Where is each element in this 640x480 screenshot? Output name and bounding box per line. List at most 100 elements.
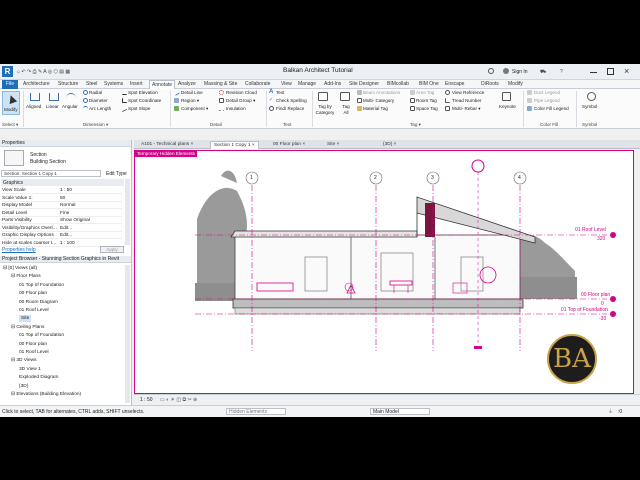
browser-item[interactable]: Exploded Diagram <box>19 374 58 381</box>
tab-manage[interactable]: Manage <box>298 81 316 87</box>
tab-view[interactable]: View <box>281 81 292 87</box>
tab-enscape[interactable]: Enscape <box>445 81 464 87</box>
material-tag-button[interactable]: Material Tag <box>363 106 388 112</box>
cart-icon[interactable]: ⛟ <box>540 69 546 75</box>
area-tag-button[interactable]: Area Tag <box>416 90 434 96</box>
tab-systems[interactable]: Systems <box>104 81 123 87</box>
tag-by-category-button[interactable]: Tag by Category <box>314 104 336 116</box>
property-value[interactable]: 1 : 100 <box>60 240 75 247</box>
edit-type-button[interactable]: Edit Type <box>106 171 127 177</box>
minimize-button[interactable] <box>590 72 597 73</box>
spot-coordinate-button[interactable]: Spot Coordinate <box>128 98 161 104</box>
browser-item[interactable]: {3D} <box>19 383 28 390</box>
text-button[interactable]: Text <box>276 90 284 96</box>
browser-item[interactable]: 01 Top of Foundation <box>19 282 64 289</box>
region-button[interactable]: Region ▾ <box>181 98 199 104</box>
tag-all-icon[interactable] <box>340 92 350 101</box>
property-row[interactable]: Parts Visibility Show Original <box>2 217 122 224</box>
diameter-dim-button[interactable]: Diameter <box>89 98 108 104</box>
user-icon[interactable] <box>503 68 509 74</box>
browser-item[interactable]: 00 Floor plan <box>19 341 47 348</box>
browser-item[interactable]: ⊟ Elevations (Building Elevation) <box>11 391 81 398</box>
properties-help-link[interactable]: Properties help <box>2 247 36 253</box>
browser-item[interactable]: 01 Roof Level <box>19 307 49 314</box>
detail-line-button[interactable]: Detail Line <box>181 90 203 96</box>
aligned-dim-button[interactable]: Aligned <box>26 104 41 110</box>
sign-in-link[interactable]: Sign In <box>512 69 528 75</box>
browser-item[interactable]: 00 Room Diagram <box>19 299 58 306</box>
tab-diroots[interactable]: DiRoots <box>481 81 499 87</box>
view-scale[interactable]: 1 : 50 <box>140 397 153 403</box>
browser-item[interactable]: ⊟ Floor Plans <box>11 273 41 280</box>
symbol-icon[interactable] <box>587 92 596 101</box>
beam-annotations-button[interactable]: Beam Annotations <box>363 90 400 96</box>
tab-massing-site[interactable]: Massing & Site <box>204 81 237 87</box>
pipe-legend-button[interactable]: Pipe Legend <box>534 98 560 104</box>
view-control-icons[interactable]: ▭ ◐ ☀ ◫ ⧉ ✂ ⊕ <box>160 397 197 403</box>
property-value[interactable]: 50 <box>60 195 65 202</box>
modify-button[interactable]: Modify <box>2 91 20 115</box>
tab-structure[interactable]: Structure <box>58 81 78 87</box>
tab-insert[interactable]: Insert <box>130 81 143 87</box>
panel-label-dimension[interactable]: Dimension ▾ <box>83 122 108 128</box>
property-value[interactable]: Fine <box>60 210 69 217</box>
check-spelling-button[interactable]: Check Spelling <box>276 98 307 104</box>
tab-steel[interactable]: Steel <box>86 81 97 87</box>
symbol-button[interactable]: Symbol <box>582 104 597 110</box>
aligned-dim-icon[interactable] <box>30 93 40 101</box>
view-tab-00-floor-plan[interactable]: 00 Floor plan × <box>270 141 308 149</box>
workset-field[interactable]: Main Model <box>370 408 430 415</box>
maximize-button[interactable] <box>607 68 614 75</box>
property-value[interactable]: Normal <box>60 202 75 209</box>
browser-item[interactable]: 3D View 1 <box>19 366 41 373</box>
quick-access-toolbar[interactable]: ⌂ ↶ ↷ ⎙ ✎ A ◎ ⬡ ▤ ▦ <box>17 69 70 75</box>
keynote-icon[interactable] <box>502 92 511 101</box>
property-row[interactable]: Detail Level Fine <box>2 210 122 217</box>
component-button[interactable]: Component ▾ <box>181 106 208 112</box>
multi-category-button[interactable]: Multi- Category <box>363 98 394 104</box>
tab-add-ins[interactable]: Add-Ins <box>324 81 341 87</box>
insulation-button[interactable]: Insulation <box>226 106 246 112</box>
arc-length-dim-button[interactable]: Arc Length <box>89 106 111 112</box>
browser-item[interactable]: Site <box>19 315 32 323</box>
property-row[interactable]: View Scale 1 : 50 <box>2 187 122 194</box>
browser-item[interactable]: ⊟ [0] Views (all) <box>3 265 37 272</box>
find-replace-button[interactable]: Find/ Replace <box>276 106 304 112</box>
spot-slope-button[interactable]: Spot Slope <box>128 106 150 112</box>
panel-label-select[interactable]: Select ▾ <box>2 122 18 128</box>
property-row[interactable]: Graphic Display Options Edit... <box>2 232 122 239</box>
browser-item[interactable]: 00 Floor plan <box>19 290 47 297</box>
tab-file[interactable]: File <box>2 80 19 89</box>
linear-dim-button[interactable]: Linear <box>46 104 59 110</box>
tab-architecture[interactable]: Architecture <box>23 81 50 87</box>
filter-icon[interactable]: ⏚ <box>608 409 613 415</box>
apply-button[interactable]: Apply <box>100 246 124 253</box>
property-value[interactable]: 1 : 50 <box>60 187 72 194</box>
properties-scrollbar[interactable] <box>125 179 130 245</box>
filter-field[interactable]: Hidden Elements <box>226 408 286 415</box>
drawing-canvas[interactable]: Temporary Hidden Elements 1 2 3 4 01 Roo… <box>134 150 634 394</box>
property-value[interactable]: Show Original <box>60 217 90 224</box>
property-value[interactable]: Edit... <box>60 232 72 239</box>
tab-modify[interactable]: Modify <box>508 81 523 87</box>
tab-annotate[interactable]: Annotate <box>149 80 176 89</box>
keynote-button[interactable]: Keynote <box>499 104 516 110</box>
revit-logo-icon[interactable]: R <box>2 66 13 77</box>
browser-scrollbar[interactable] <box>125 265 130 403</box>
view-tab-section-1-copy-1[interactable]: Section 1 Copy 1 × <box>210 141 259 149</box>
browser-item[interactable]: ⊟ Ceiling Plans <box>11 324 44 331</box>
search-icon[interactable] <box>488 68 494 74</box>
duct-legend-button[interactable]: Duct Legend <box>534 90 560 96</box>
browser-item[interactable]: ⊟ 3D Views <box>11 357 37 364</box>
tab-analyze[interactable]: Analyze <box>178 81 196 87</box>
close-button[interactable]: × <box>624 66 629 77</box>
color-fill-legend-button[interactable]: Color Fill Legend <box>534 106 569 112</box>
help-icon[interactable]: ? <box>560 69 563 75</box>
property-row[interactable]: Scale Value 1: 50 <box>2 195 122 202</box>
view-tab-a101[interactable]: A101 - Technical plans × <box>138 141 196 149</box>
view-tab-3d[interactable]: {3D} × <box>380 141 399 149</box>
space-tag-button[interactable]: Space Tag <box>416 106 438 112</box>
tab-bimcollab[interactable]: BIMcollab <box>387 81 409 87</box>
browser-item[interactable]: 01 Top of Foundation <box>19 332 64 339</box>
property-row[interactable]: Display Model Normal <box>2 202 122 209</box>
